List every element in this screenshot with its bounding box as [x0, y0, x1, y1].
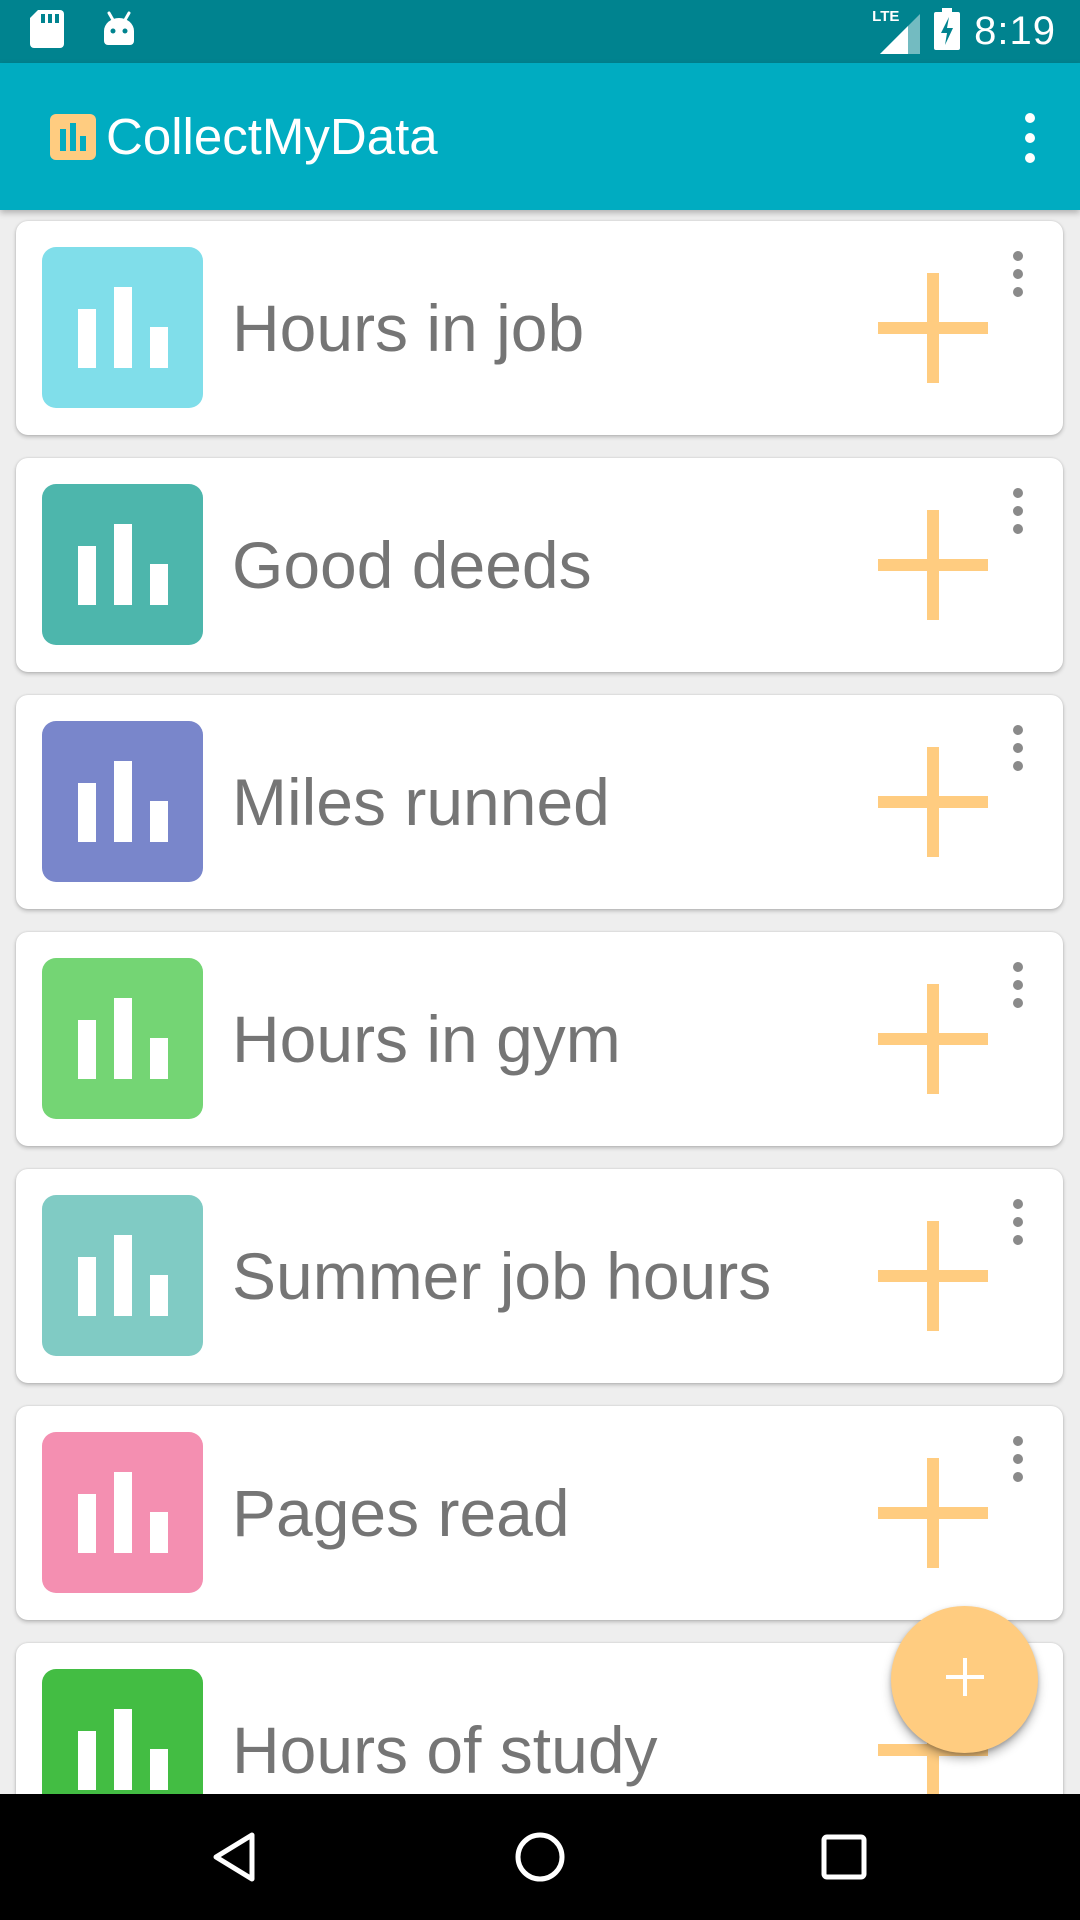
- bar-chart-icon: [42, 484, 203, 645]
- tracker-title: Good deeds: [232, 528, 592, 602]
- add-entry-button[interactable]: [878, 747, 988, 857]
- tracker-title: Miles runned: [232, 765, 610, 839]
- card-more-vert-icon[interactable]: [1004, 725, 1032, 771]
- tracker-list: Hours in job Good deeds Miles runned Hours …: [0, 210, 1080, 1794]
- add-entry-button[interactable]: [878, 1458, 988, 1568]
- tracker-title: Summer job hours: [232, 1239, 772, 1313]
- battery-charging-icon: [934, 8, 961, 55]
- tracker-card[interactable]: Summer job hours: [16, 1169, 1063, 1383]
- tracker-card[interactable]: Good deeds: [16, 458, 1063, 672]
- plus-icon: [878, 510, 988, 620]
- nav-bar: [0, 1794, 1080, 1920]
- signal-icon: LTE: [870, 8, 921, 54]
- plus-icon: [878, 747, 988, 857]
- bar-chart-icon: [42, 1432, 203, 1593]
- home-icon[interactable]: [510, 1827, 570, 1887]
- bar-chart-icon: [42, 1669, 203, 1794]
- bar-chart-icon: [42, 958, 203, 1119]
- more-vert-icon[interactable]: [1010, 113, 1050, 163]
- bar-chart-icon: [42, 247, 203, 408]
- tracker-card[interactable]: Hours in gym: [16, 932, 1063, 1146]
- tracker-card[interactable]: Hours in job: [16, 221, 1063, 435]
- status-bar: LTE 8:19: [0, 0, 1080, 63]
- add-entry-button[interactable]: [878, 984, 988, 1094]
- tracker-title: Hours of study: [232, 1713, 658, 1787]
- bar-chart-icon: [50, 113, 96, 160]
- back-icon[interactable]: [206, 1827, 266, 1887]
- card-more-vert-icon[interactable]: [1004, 251, 1032, 297]
- bar-chart-icon: [42, 721, 203, 882]
- add-entry-button[interactable]: [878, 273, 988, 383]
- plus-icon: [878, 1221, 988, 1331]
- android-icon: [102, 11, 136, 52]
- card-more-vert-icon[interactable]: [1004, 488, 1032, 534]
- sd-card-icon: [30, 10, 64, 53]
- recents-icon[interactable]: [814, 1827, 874, 1887]
- card-more-vert-icon[interactable]: [1004, 1199, 1032, 1245]
- plus-icon: [878, 273, 988, 383]
- add-tracker-fab[interactable]: [891, 1606, 1038, 1753]
- add-entry-button[interactable]: [878, 1221, 988, 1331]
- bar-chart-icon: [42, 1195, 203, 1356]
- tracker-card[interactable]: Miles runned: [16, 695, 1063, 909]
- app-title: CollectMyData: [106, 108, 438, 165]
- app-bar: CollectMyData: [0, 63, 1080, 210]
- card-more-vert-icon[interactable]: [1004, 962, 1032, 1008]
- tracker-title: Hours in gym: [232, 1002, 621, 1076]
- tracker-title: Pages read: [232, 1476, 570, 1550]
- tracker-card[interactable]: Pages read: [16, 1406, 1063, 1620]
- screen: LTE 8:19 CollectMyData Hours in job Good…: [0, 0, 1080, 1920]
- status-time: 8:19: [974, 9, 1056, 53]
- plus-icon: [943, 1655, 987, 1704]
- plus-icon: [878, 984, 988, 1094]
- plus-icon: [878, 1458, 988, 1568]
- add-entry-button[interactable]: [878, 510, 988, 620]
- tracker-title: Hours in job: [232, 291, 585, 365]
- card-more-vert-icon[interactable]: [1004, 1436, 1032, 1482]
